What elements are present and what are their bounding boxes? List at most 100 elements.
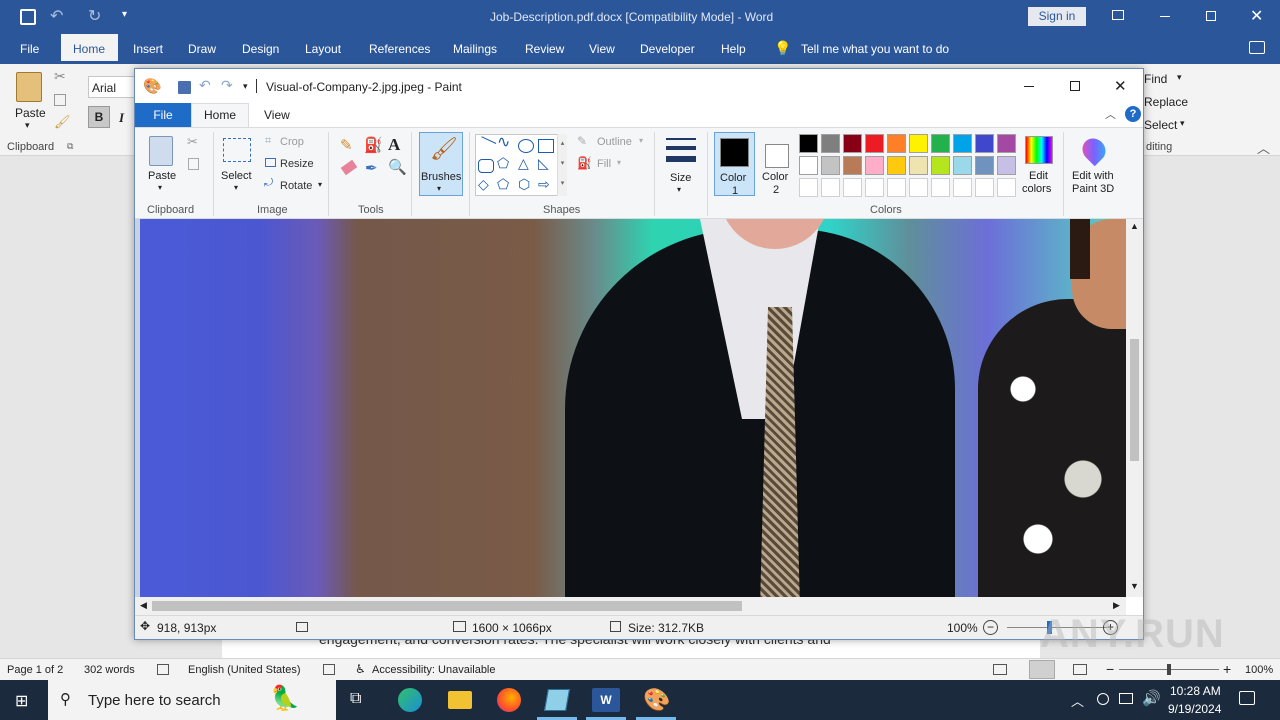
outline-button[interactable]: Outline [597, 136, 632, 148]
tab-draw[interactable]: Draw [188, 42, 216, 56]
scroll-left-icon[interactable]: ◀ [140, 600, 147, 611]
paste-dropdown-icon[interactable]: ▾ [25, 120, 30, 131]
paint-undo-icon[interactable]: ↶ [199, 77, 211, 94]
zoom-in-icon[interactable]: + [1223, 661, 1231, 677]
palette-swatch[interactable] [843, 134, 862, 153]
pentagon-shape[interactable]: ⬠ [497, 176, 509, 193]
palette-swatch[interactable] [997, 134, 1016, 153]
restore-icon[interactable] [1206, 11, 1216, 21]
tab-developer[interactable]: Developer [640, 42, 695, 56]
color2-button[interactable]: Color 2 [760, 132, 796, 196]
palette-swatch[interactable] [953, 178, 972, 197]
zoom-slider-thumb[interactable] [1167, 664, 1171, 675]
find-button[interactable]: Find [1144, 72, 1167, 86]
notepad-icon[interactable] [544, 689, 570, 711]
palette-swatch[interactable] [887, 178, 906, 197]
fill-dropdown-icon[interactable]: ▾ [617, 158, 621, 167]
word-taskbar-icon[interactable]: W [592, 688, 620, 712]
font-name-box[interactable]: Arial [88, 76, 138, 98]
file-explorer-icon[interactable] [448, 691, 472, 709]
rectangle-shape[interactable] [538, 139, 554, 153]
arrow-shape[interactable]: ⇨ [538, 176, 550, 193]
paint-qat-dropdown-icon[interactable]: ▾ [243, 81, 248, 92]
select-button[interactable]: Select [1144, 118, 1177, 132]
palette-swatch[interactable] [997, 156, 1016, 175]
palette-swatch[interactable] [843, 178, 862, 197]
copy-icon[interactable] [54, 94, 66, 106]
rotate-dropdown-icon[interactable]: ▾ [318, 180, 322, 189]
edge-icon[interactable] [398, 688, 422, 712]
tab-design[interactable]: Design [242, 42, 279, 56]
oval-shape[interactable] [518, 139, 534, 153]
paint-paste-icon[interactable] [149, 136, 173, 166]
paint-help-icon[interactable]: ? [1125, 106, 1141, 122]
tab-references[interactable]: References [369, 42, 430, 56]
language-indicator[interactable]: English (United States) [188, 664, 301, 676]
edit-colors-button[interactable]: Edit colors [1021, 132, 1057, 196]
select-dropdown-icon[interactable]: ▾ [234, 183, 238, 192]
paint-select-button[interactable]: Select [221, 170, 252, 182]
palette-swatch[interactable] [975, 134, 994, 153]
text-icon[interactable]: A [388, 135, 400, 155]
edit-with-paint3d-button[interactable]: Edit with Paint 3D [1069, 132, 1121, 196]
print-layout-icon[interactable] [1029, 660, 1055, 679]
magnifier-icon[interactable]: 🔍 [388, 158, 407, 176]
paint-close-icon[interactable]: ✕ [1114, 77, 1127, 95]
palette-swatch[interactable] [909, 178, 928, 197]
outline-dropdown-icon[interactable]: ▾ [639, 136, 643, 145]
palette-swatch[interactable] [953, 134, 972, 153]
undo-icon[interactable]: ↶ [50, 6, 63, 26]
diamond-shape[interactable]: ◇ [478, 176, 489, 193]
paint-cut-icon[interactable]: ✂ [187, 134, 198, 150]
palette-swatch[interactable] [821, 134, 840, 153]
shapes-scrollbar[interactable]: ▴ ▾ ▾ [557, 134, 567, 196]
color-picker-icon[interactable]: ✒ [365, 159, 378, 177]
brushes-button[interactable]: 🖌 Brushes ▾ [419, 132, 463, 196]
tab-home[interactable]: Home [61, 34, 118, 64]
palette-swatch[interactable] [975, 178, 994, 197]
show-hidden-icons[interactable]: ︿ [1071, 691, 1084, 710]
collapse-ribbon-icon[interactable]: ︿ [1257, 138, 1270, 157]
scroll-right-icon[interactable]: ▶ [1113, 600, 1120, 611]
paint-zoom-out-icon[interactable]: − [983, 620, 998, 635]
hexagon-shape[interactable]: ⬡ [518, 176, 530, 193]
replace-button[interactable]: Replace [1144, 95, 1188, 109]
page-count[interactable]: Page 1 of 2 [7, 664, 63, 676]
paint-tab-file[interactable]: File [135, 103, 191, 127]
paint-tab-view[interactable]: View [264, 108, 290, 122]
redo-icon[interactable]: ↻ [88, 6, 101, 26]
web-layout-icon[interactable] [1073, 664, 1087, 675]
paint-canvas[interactable]: ▲ ▼ [135, 219, 1143, 597]
palette-swatch[interactable] [821, 178, 840, 197]
tab-file[interactable]: File [20, 42, 39, 56]
palette-swatch[interactable] [953, 156, 972, 175]
palette-swatch[interactable] [931, 178, 950, 197]
palette-swatch[interactable] [799, 156, 818, 175]
horizontal-scroll-thumb[interactable] [152, 601, 742, 611]
palette-swatch[interactable] [975, 156, 994, 175]
notifications-icon[interactable] [1239, 691, 1255, 705]
customize-qat-icon[interactable]: ▾ [122, 9, 127, 20]
fill-button[interactable]: Fill [597, 158, 611, 170]
paste-button-label[interactable]: Paste [15, 106, 46, 120]
size-button[interactable]: Size ▾ [663, 132, 699, 196]
palette-swatch[interactable] [865, 178, 884, 197]
polygon-shape[interactable]: ⬠ [497, 155, 509, 172]
zoom-level[interactable]: 100% [1245, 664, 1273, 676]
dialog-launcher-icon[interactable]: ⧉ [67, 141, 73, 152]
find-dropdown-icon[interactable]: ▾ [1177, 72, 1182, 83]
curve-shape[interactable]: ∿ [497, 132, 510, 152]
paint-paste-dropdown-icon[interactable]: ▾ [158, 183, 162, 192]
paint-maximize-icon[interactable] [1070, 81, 1080, 91]
proofing-icon[interactable] [157, 664, 169, 675]
palette-swatch[interactable] [931, 134, 950, 153]
tell-me-search[interactable]: Tell me what you want to do [801, 42, 949, 56]
color1-button[interactable]: Color 1 [714, 132, 755, 197]
minimize-icon[interactable] [1160, 16, 1170, 17]
select-dropdown-icon[interactable]: ▾ [1180, 118, 1185, 129]
paint-ribbon-collapse-icon[interactable]: ︿ [1105, 106, 1116, 122]
people-icon[interactable] [1097, 693, 1109, 705]
paste-icon[interactable] [16, 72, 42, 102]
paint-minimize-icon[interactable] [1024, 86, 1034, 87]
palette-swatch[interactable] [909, 134, 928, 153]
